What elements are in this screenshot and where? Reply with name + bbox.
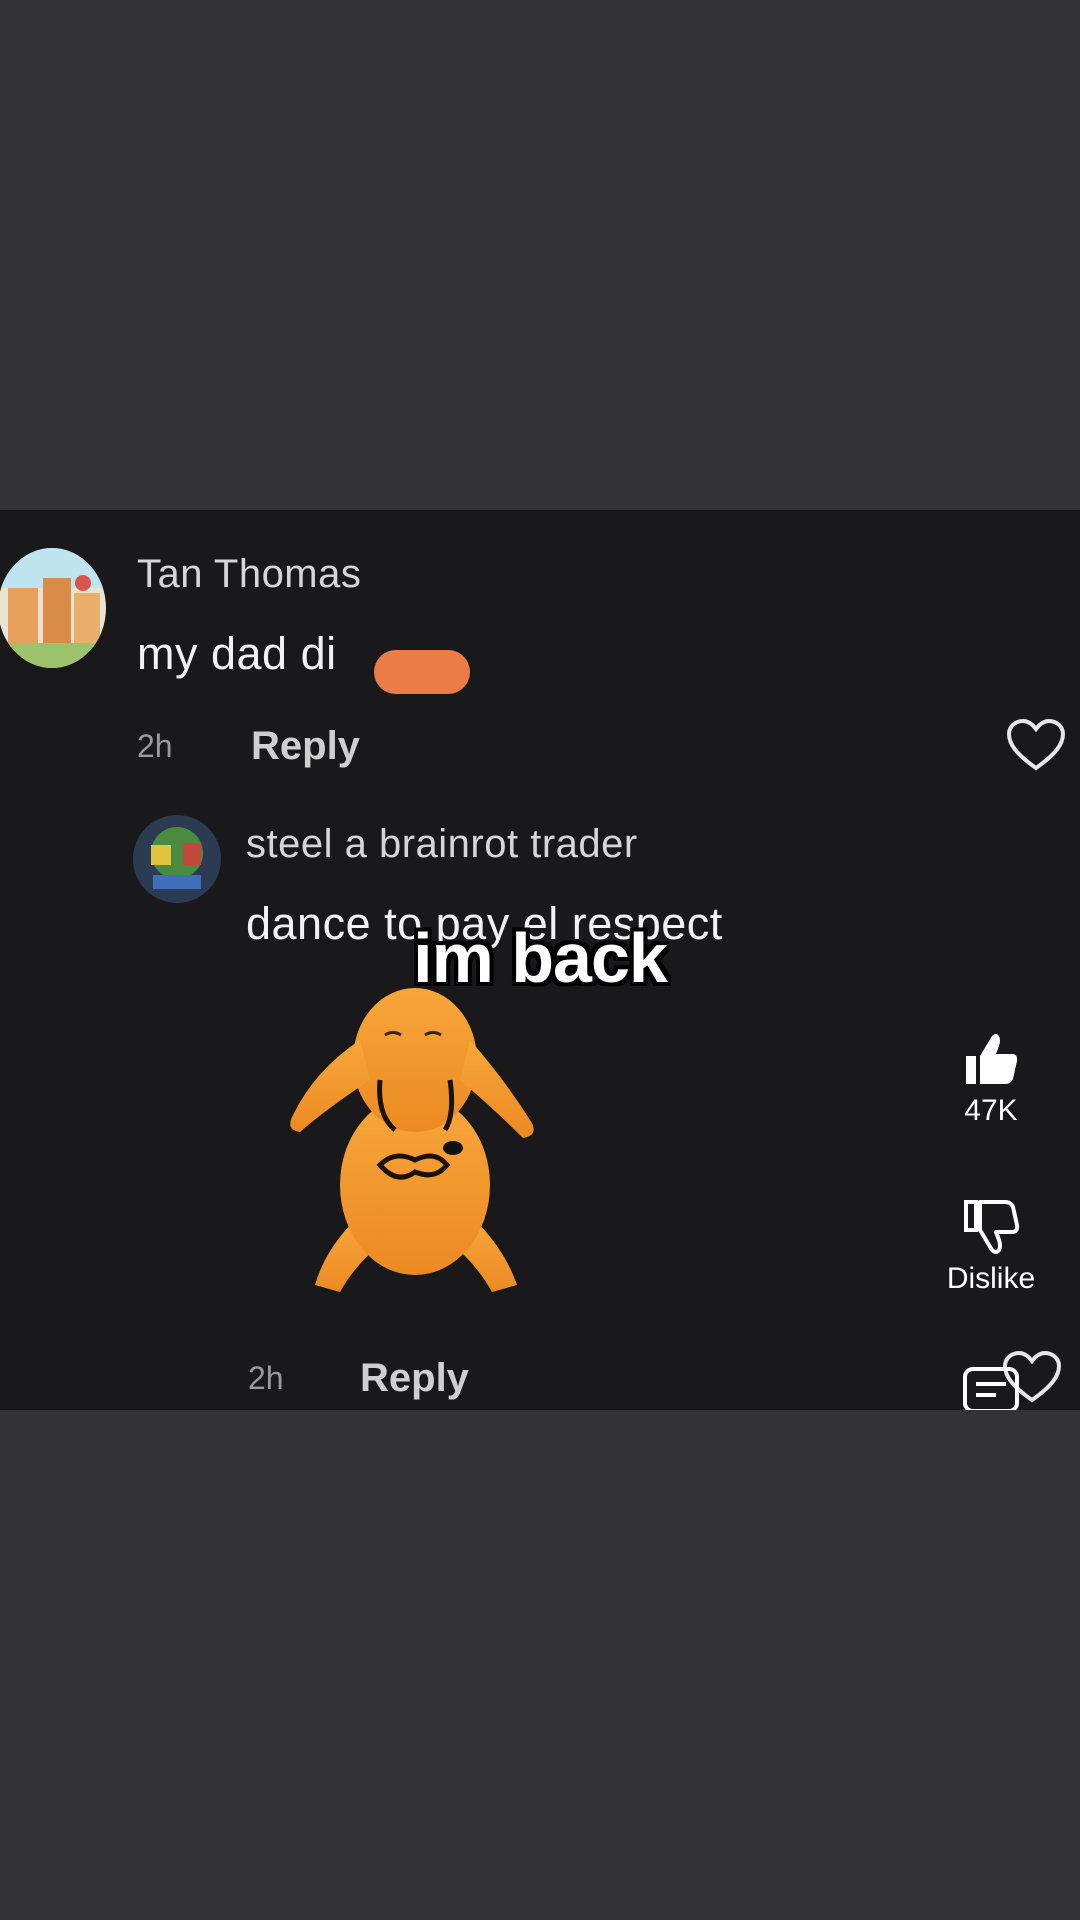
reply-author[interactable]: steel a brainrot trader <box>246 822 638 867</box>
like-count: 47K <box>964 1094 1018 1127</box>
dislike-label: Dislike <box>946 1262 1036 1295</box>
reply-avatar[interactable] <box>133 815 221 903</box>
heart-icon[interactable] <box>1006 718 1066 772</box>
avatar-image <box>133 815 221 903</box>
comments-action[interactable] <box>931 1366 1051 1410</box>
comment-author[interactable]: Tan Thomas <box>137 552 361 597</box>
like-action[interactable]: 47K <box>931 1030 1051 1128</box>
comment-text: my dad di <box>137 628 337 679</box>
thumbs-down-icon <box>964 1200 1020 1254</box>
comment-avatar[interactable] <box>0 548 106 668</box>
reply-reply-button[interactable]: Reply <box>360 1356 469 1401</box>
dancing-dog-image <box>290 988 534 1292</box>
comments-icon <box>963 1367 1019 1410</box>
comment-time: 2h <box>137 728 173 764</box>
reply-button[interactable]: Reply <box>251 724 360 769</box>
redaction-blob <box>374 650 470 694</box>
video-frame[interactable]: Tan Thomas my dad di 2h Reply steel a br… <box>0 510 1080 1410</box>
avatar-image <box>0 548 106 668</box>
reply-time: 2h <box>248 1360 284 1396</box>
dislike-action[interactable]: Dislike <box>931 1198 1051 1296</box>
thumbs-up-icon <box>966 1034 1018 1084</box>
